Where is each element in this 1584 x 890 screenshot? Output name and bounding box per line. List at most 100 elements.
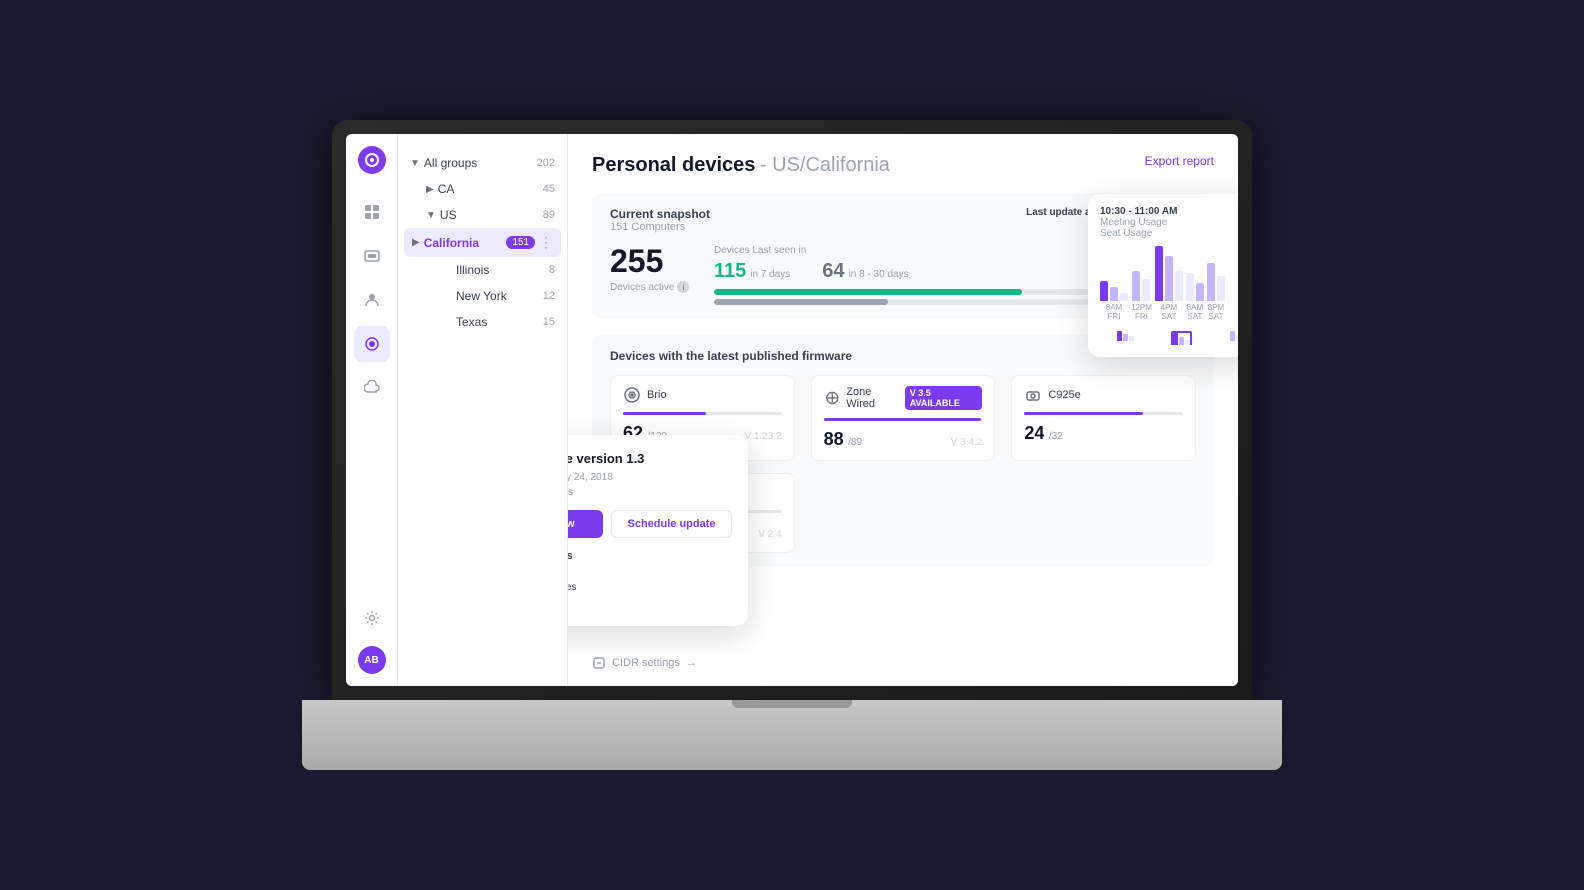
chevron-down-icon: ▼ <box>426 210 436 221</box>
firmware-counts-c925e: 24 /32 <box>1024 423 1183 444</box>
bar-label-5: 8PMSAT <box>1208 303 1224 321</box>
seen-30-count: 64 <box>822 260 844 283</box>
sidebar-item-dashboard[interactable] <box>354 194 390 230</box>
mini-group-3 <box>1230 331 1238 345</box>
bar <box>1207 263 1215 301</box>
update-now-button[interactable]: Update now <box>568 510 603 538</box>
nav-panel: ▼ All groups 202 ▶ CA 45 ▼ US 89 <box>398 134 568 686</box>
firmware-card-header-zone: Zone Wired V 3.5 AVAILABLE <box>824 386 983 410</box>
avatar[interactable]: AB <box>358 646 386 674</box>
tooltip-time: 10:30 - 11:00 AM <box>1100 206 1238 217</box>
firmware-card-zone-wired: Zone Wired V 3.5 AVAILABLE 88 /89 <box>811 375 996 461</box>
floating-firmware-card: Rally firmware version 1.3 Available sin… <box>568 435 748 626</box>
devices-active-label: Devices active i <box>610 281 690 293</box>
nav-item-texas[interactable]: Texas 15 <box>398 309 567 335</box>
mini-bar <box>1123 334 1128 341</box>
mini-chart-row <box>1100 331 1238 345</box>
floating-chart: 10:30 - 11:00 AM Meeting Usage 25% Seat … <box>1088 194 1238 357</box>
nav-count: 12 <box>543 290 555 302</box>
sidebar-item-devices[interactable] <box>354 238 390 274</box>
chevron-down-icon: ▼ <box>410 158 420 169</box>
nav-count: 202 <box>537 157 555 169</box>
chevron-right-icon: ▶ <box>426 184 434 195</box>
sidebar-item-rooms[interactable] <box>354 326 390 362</box>
bug-item: General bug fixes <box>568 582 732 593</box>
tooltip-seat-label: Seat Usage <box>1100 228 1152 239</box>
mini-group-2 <box>1171 331 1192 345</box>
page-title: Personal devices <box>592 154 755 176</box>
firmware-counts-zone: 88 /89 V 3.4.2 <box>824 429 983 450</box>
bar <box>1186 273 1194 301</box>
nav-label: Illinois <box>442 263 549 277</box>
release-notes-bugs: Bugs <box>568 566 732 578</box>
bar-group-2: 12PMFRI <box>1131 271 1152 321</box>
settings-icon[interactable] <box>354 600 390 636</box>
bar <box>1155 246 1163 301</box>
nav-label: All groups <box>424 156 537 170</box>
firmware-num-zone: 88 /89 <box>824 429 862 450</box>
bar <box>1142 279 1150 301</box>
seen-7-count: 115 <box>714 260 746 283</box>
device-name-c925e: C925e <box>1048 389 1080 401</box>
version-badge-zone: V 3.5 AVAILABLE <box>905 386 983 410</box>
bar-chart: 8AMFRI 12PMFRI <box>1100 245 1238 325</box>
nav-count: 15 <box>543 316 555 328</box>
nav-item-ca[interactable]: ▶ CA 45 <box>398 176 567 202</box>
bar <box>1196 283 1204 301</box>
nav-item-illinois[interactable]: Illinois 8 <box>398 257 567 283</box>
bar <box>1175 271 1183 301</box>
page-subtitle: - US/California <box>760 154 890 176</box>
cidr-arrow: → <box>686 657 697 669</box>
nav-item-us[interactable]: ▼ US 89 <box>398 202 567 228</box>
bar-group-4: 8AMSAT <box>1186 273 1204 321</box>
bar-label-1: 8AMFRI <box>1106 303 1122 321</box>
mini-bar <box>1173 333 1178 345</box>
info-icon[interactable]: i <box>677 281 689 293</box>
chart-tooltip: 10:30 - 11:00 AM Meeting Usage 25% Seat … <box>1100 206 1238 239</box>
bar-label-2: 12PMFRI <box>1131 303 1152 321</box>
progress-bar-gray <box>714 299 888 305</box>
seen-30-label: in 8 - 30 days <box>849 269 909 280</box>
floating-card-applies-to: Applies to 2 devices <box>568 487 732 498</box>
mini-bar <box>1117 331 1122 341</box>
export-report-link[interactable]: Export report <box>1145 154 1214 168</box>
nav-item-new-york[interactable]: New York 12 <box>398 283 567 309</box>
firmware-card-c925e: C925e 24 /32 <box>1011 375 1196 461</box>
nav-count: 8 <box>549 264 555 276</box>
nav-label: Texas <box>442 315 543 329</box>
sidebar-item-cloud[interactable] <box>354 370 390 406</box>
sidebar-item-users[interactable] <box>354 282 390 318</box>
bar-group-1: 8AMFRI <box>1100 281 1128 321</box>
snapshot-title: Current snapshot <box>610 207 710 221</box>
sidebar: AB <box>346 134 398 686</box>
devices-active-count: 255 <box>610 245 690 277</box>
bar <box>1100 281 1108 301</box>
seen-7-days: 115 in 7 days <box>714 260 790 283</box>
seen-7-label: in 7 days <box>750 269 790 280</box>
nav-count: 89 <box>543 209 555 221</box>
floating-card-available-since: Available since July 24, 2018 <box>568 472 732 483</box>
nav-label: CA <box>438 182 543 196</box>
bar <box>1120 293 1128 301</box>
app-logo[interactable] <box>358 146 386 174</box>
snapshot-subtitle: 151 Computers <box>610 221 710 233</box>
page-title-area: Personal devices - US/California <box>592 154 890 177</box>
bar-label-4: 8AMSAT <box>1187 303 1203 321</box>
sidebar-nav <box>354 194 390 600</box>
more-link[interactable]: More <box>568 599 732 610</box>
nav-item-california[interactable]: ▶ California 151 ⋮ <box>404 228 561 257</box>
mini-bar <box>1236 335 1238 341</box>
more-options-icon[interactable]: ⋮ <box>539 234 553 251</box>
devices-active: 255 Devices active i <box>610 245 690 293</box>
device-name-zone: Zone Wired <box>846 386 898 410</box>
firmware-num-c925e: 24 /32 <box>1024 423 1062 444</box>
schedule-update-button[interactable]: Schedule update <box>611 510 732 538</box>
firmware-progress-fill-zone <box>824 418 981 421</box>
firmware-version-brio: V 1.23.2 <box>744 431 781 442</box>
snapshot-title-area: Current snapshot 151 Computers <box>610 207 710 233</box>
nav-label: New York <box>442 289 543 303</box>
sidebar-bottom: AB <box>354 600 390 674</box>
nav-item-all-groups[interactable]: ▼ All groups 202 <box>398 150 567 176</box>
cidr-settings[interactable]: CIDR settings → <box>592 656 697 670</box>
bar <box>1217 276 1225 301</box>
